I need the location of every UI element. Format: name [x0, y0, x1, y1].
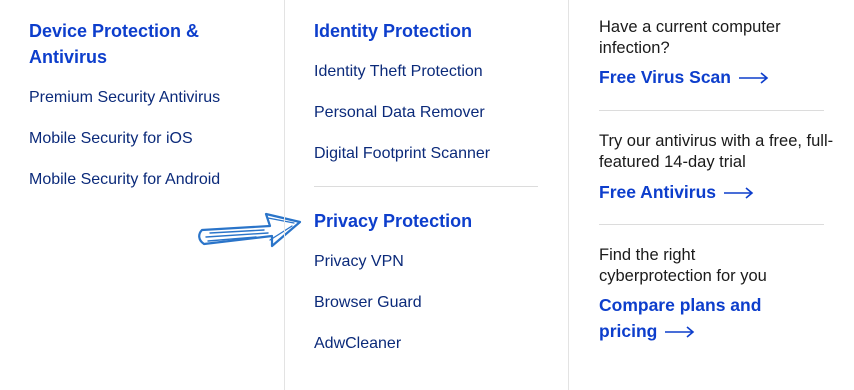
link-privacy-vpn[interactable]: Privacy VPN [314, 252, 404, 272]
arrow-right-icon [665, 326, 695, 338]
privacy-protection-heading[interactable]: Privacy Protection [314, 208, 472, 234]
link-browser-guard[interactable]: Browser Guard [314, 293, 422, 313]
link-personal-data-remover[interactable]: Personal Data Remover [314, 103, 485, 123]
identity-privacy-column: Identity Protection Identity Theft Prote… [284, 0, 568, 390]
promo-text-compare: Find the right cyberprotection for you [599, 246, 767, 285]
free-antivirus-label: Free Antivirus [599, 182, 717, 202]
compare-plans-link[interactable]: Compare plans and pricing [599, 292, 789, 344]
promo-divider [599, 224, 824, 225]
promo-text-infection: Have a current computer infection? [599, 18, 781, 57]
free-virus-scan-link[interactable]: Free Virus Scan [599, 64, 769, 90]
link-digital-footprint-scanner[interactable]: Digital Footprint Scanner [314, 144, 490, 164]
section-divider [314, 186, 538, 187]
promo-text-trial: Try our antivirus with a free, full-feat… [599, 132, 834, 171]
arrow-right-icon [738, 72, 769, 84]
promo-divider [599, 110, 824, 111]
link-mobile-security-ios[interactable]: Mobile Security for iOS [29, 129, 193, 149]
link-adwcleaner[interactable]: AdwCleaner [314, 334, 401, 354]
link-premium-security-antivirus[interactable]: Premium Security Antivirus [29, 88, 220, 108]
free-antivirus-link[interactable]: Free Antivirus [599, 179, 754, 205]
link-mobile-security-android[interactable]: Mobile Security for Android [29, 170, 220, 190]
device-protection-heading[interactable]: Device Protection & Antivirus [29, 18, 229, 70]
arrow-right-icon [724, 187, 754, 199]
promo-column: Have a current computer infection? Free … [568, 0, 854, 390]
identity-protection-heading[interactable]: Identity Protection [314, 18, 472, 44]
free-virus-scan-label: Free Virus Scan [599, 67, 731, 87]
link-identity-theft-protection[interactable]: Identity Theft Protection [314, 62, 483, 82]
device-protection-column: Device Protection & Antivirus Premium Se… [0, 0, 284, 390]
